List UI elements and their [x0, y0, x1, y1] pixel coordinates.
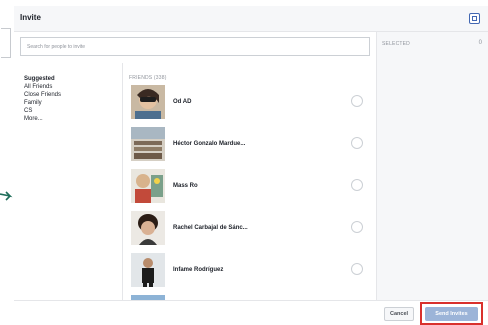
background-bracket-shape	[1, 28, 11, 58]
friend-name: Od AD	[173, 99, 192, 105]
avatar	[131, 253, 165, 287]
list-item-all-friends[interactable]: All Friends	[24, 83, 119, 91]
avatar	[131, 211, 165, 245]
friend-row[interactable]: Infame Rodríguez	[131, 253, 369, 293]
friend-name: Rachel Carbajal de Sánc...	[173, 225, 248, 231]
friend-name: Héctor Gonzalo Mardue...	[173, 141, 246, 147]
close-icon[interactable]	[469, 13, 480, 24]
friend-row[interactable]: Héctor Gonzalo Mardue...	[131, 127, 369, 167]
selected-pane: SELECTED 0	[376, 32, 488, 300]
selected-count: 0	[478, 40, 482, 46]
friend-select-checkbox[interactable]	[351, 179, 363, 191]
list-item-cs[interactable]: CS	[24, 107, 119, 115]
selected-label: SELECTED	[382, 41, 410, 47]
avatar	[131, 169, 165, 203]
friends-list: FRIENDS (338) Od AD Héctor Gonzalo Mardu…	[122, 63, 376, 301]
friend-select-checkbox[interactable]	[351, 221, 363, 233]
list-item-family[interactable]: Family	[24, 99, 119, 107]
friend-row[interactable]: Rachel Carbajal de Sánc...	[131, 211, 369, 251]
send-invites-button[interactable]: Send Invites	[425, 307, 478, 321]
friend-row[interactable]: Mass Ro	[131, 169, 369, 209]
friend-name: Infame Rodríguez	[173, 267, 224, 273]
friend-row[interactable]: Od AD	[131, 85, 369, 125]
invite-dialog: Invite Suggested All Friends Close Frien…	[14, 6, 488, 325]
friend-select-checkbox[interactable]	[351, 137, 363, 149]
friend-select-checkbox[interactable]	[351, 263, 363, 275]
list-item-close-friends[interactable]: Close Friends	[24, 91, 119, 99]
invite-left-pane: Suggested All Friends Close Friends Fami…	[14, 32, 376, 301]
dialog-title: Invite	[20, 13, 41, 22]
dialog-header: Invite	[14, 6, 488, 32]
avatar	[131, 85, 165, 119]
list-item-suggested[interactable]: Suggested	[24, 75, 119, 83]
friend-select-checkbox[interactable]	[351, 95, 363, 107]
list-item-more[interactable]: More...	[24, 115, 119, 123]
cancel-button[interactable]: Cancel	[384, 307, 415, 321]
friend-name: Mass Ro	[173, 183, 198, 189]
avatar	[131, 127, 165, 161]
dialog-footer: Cancel Send Invites	[14, 300, 488, 325]
search-input[interactable]	[20, 37, 370, 56]
background-arrow-icon	[0, 191, 13, 201]
friend-lists-nav: Suggested All Friends Close Friends Fami…	[24, 75, 119, 123]
friends-heading: FRIENDS (338)	[129, 75, 167, 81]
